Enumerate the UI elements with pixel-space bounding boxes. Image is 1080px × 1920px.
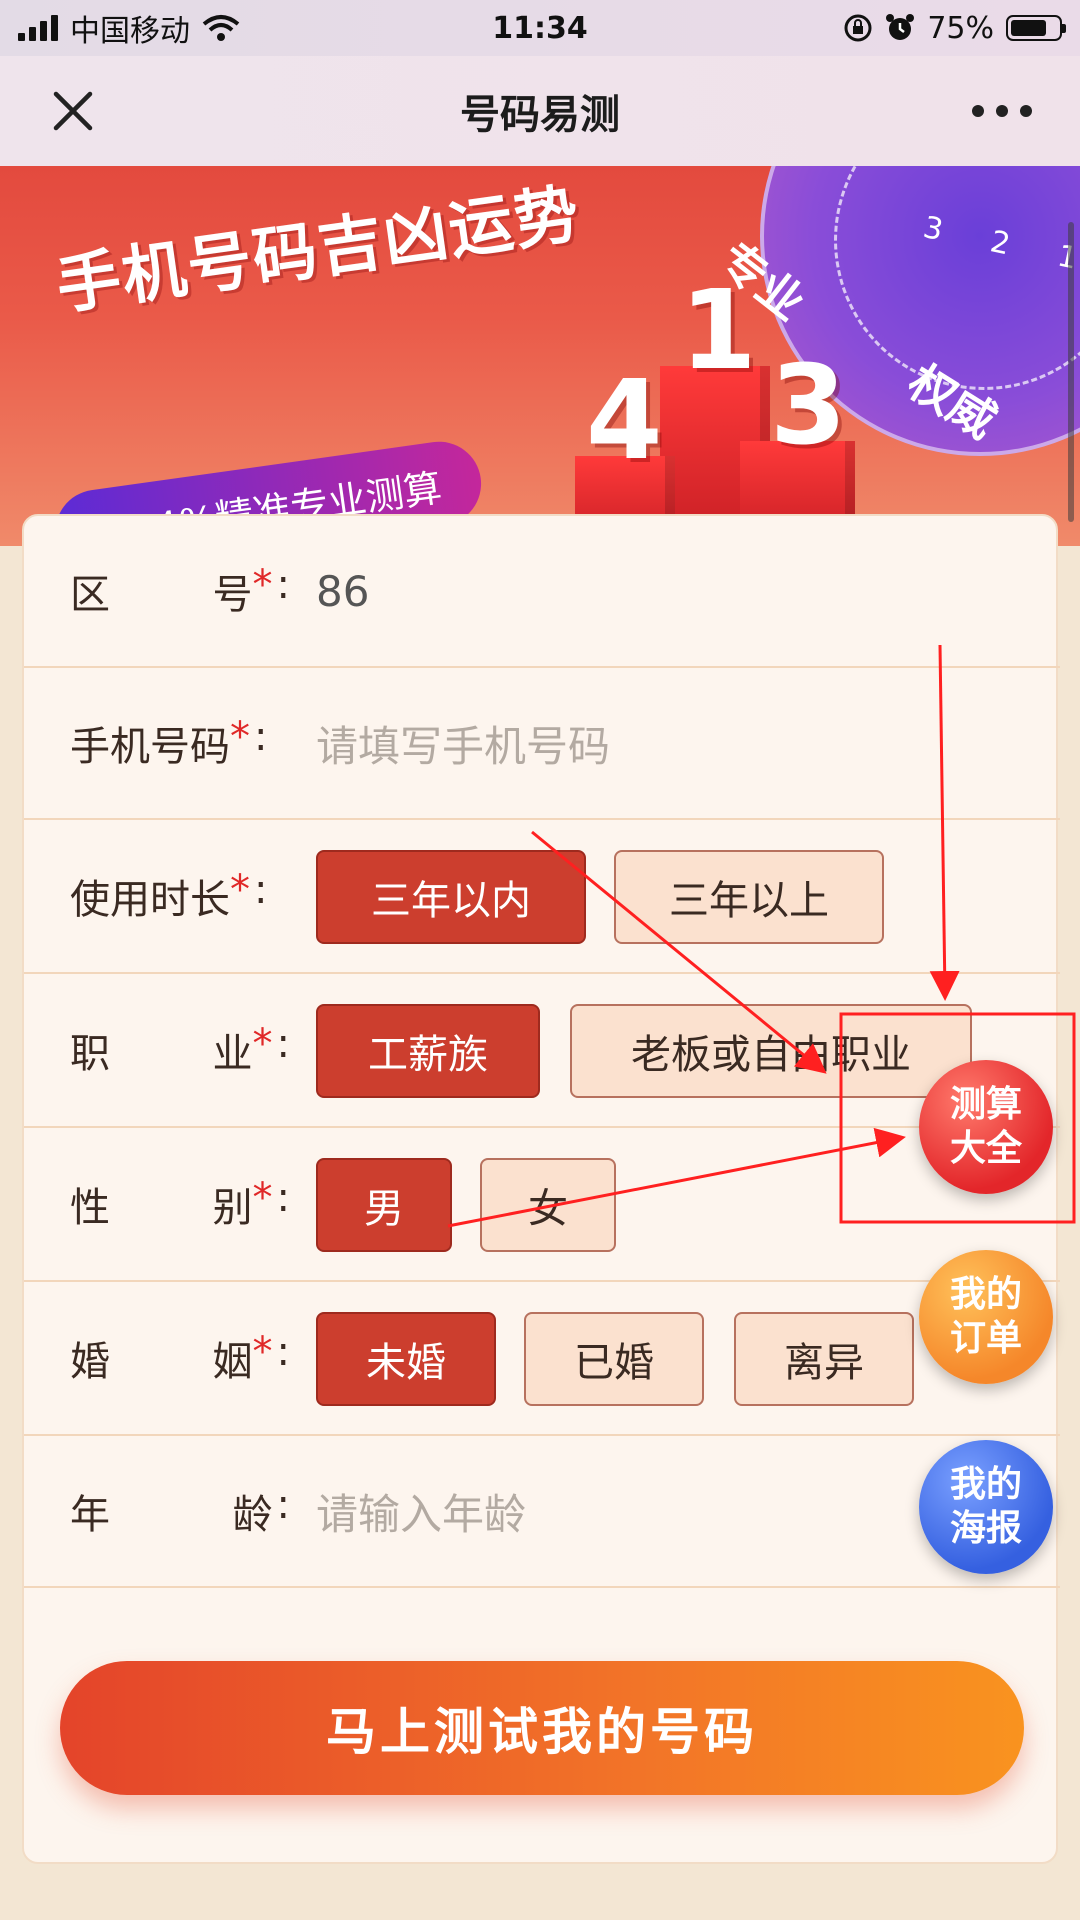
status-left: 中国移动 [18,6,240,50]
label-colon: : [276,1021,290,1067]
required-mark: * [252,1329,273,1375]
status-bar: 中国移动 11:34 75% [0,0,1080,56]
wifi-icon [202,15,240,41]
gender-row: 性别 * : 男 女 [24,1128,1060,1282]
marriage-label: 婚姻 * : [70,1329,290,1387]
scrollbar[interactable] [1068,222,1074,522]
signal-icon [18,15,58,41]
label-colon: : [254,714,268,760]
battery-level [1011,20,1046,36]
age-row: 年龄 : 请输入年龄 [24,1436,1060,1588]
form-card: 区号 * : 86 手机号码 * : 请填写手机号码 使用时长 * : 三年以内… [22,514,1060,1864]
label-text: 职业 [70,1031,253,1077]
more-icon[interactable] [972,96,1032,126]
marriage-option-divorced[interactable]: 离异 [734,1312,914,1406]
required-mark: * [252,1175,273,1221]
battery-icon [1006,15,1066,41]
my-orders-button[interactable]: 我的订单 [919,1250,1053,1384]
label-colon: : [276,1329,290,1375]
close-icon[interactable] [48,86,98,136]
battery-percent: 75% [927,10,994,46]
phone-label: 手机号码 * : [70,714,290,772]
label-colon: : [276,562,290,608]
label-text: 婚姻 [70,1339,253,1385]
hero-banner: 3 2 1 0 专业 权威 手机号码吉凶运势 99.4%精准专业测算 4 1 3 [0,166,1080,546]
gender-label: 性别 * : [70,1175,290,1233]
banner-number: 1 [680,266,757,394]
required-mark: * [252,562,273,608]
banner-headline: 手机号码吉凶运势 [52,177,586,325]
job-label: 职业 * : [70,1021,290,1079]
area-code-label: 区号 * : [70,562,290,620]
age-label: 年龄 : [70,1482,290,1540]
required-mark: * [252,1021,273,1067]
submit-button[interactable]: 马上测试我的号码 [60,1661,1024,1795]
nav-bar: 号码易测 [0,56,1080,166]
label-text: 手机号码 [70,724,230,770]
label-text: 使用时长 [70,877,230,923]
carrier-name: 中国移动 [70,14,190,49]
banner-number: 3 [770,341,847,469]
label-colon: : [276,1482,290,1528]
phone-input[interactable]: 请填写手机号码 [316,713,610,774]
area-code-value[interactable]: 86 [316,567,369,616]
marriage-option-married[interactable]: 已婚 [524,1312,704,1406]
job-option-salaried[interactable]: 工薪族 [316,1004,540,1098]
calc-all-label: 测算大全 [949,1084,1022,1169]
phone-row: 手机号码 * : 请填写手机号码 [24,668,1060,820]
gender-option-female[interactable]: 女 [480,1158,616,1252]
my-orders-label: 我的订单 [949,1274,1022,1359]
status-right: 75% [843,10,1066,46]
duration-label: 使用时长 * : [70,867,290,925]
label-text: 区号 [70,572,253,618]
my-poster-label: 我的海报 [949,1464,1022,1549]
label-text: 年龄 [70,1492,273,1538]
banner-number: 4 [586,356,663,484]
marriage-option-single[interactable]: 未婚 [316,1312,496,1406]
job-option-self-employed[interactable]: 老板或自由职业 [570,1004,972,1098]
job-row: 职业 * : 工薪族 老板或自由职业 [24,974,1060,1128]
label-text: 性别 [70,1185,253,1231]
marriage-row: 婚姻 * : 未婚 已婚 离异 [24,1282,1060,1436]
age-input[interactable]: 请输入年龄 [316,1481,526,1542]
calc-all-button[interactable]: 测算大全 [919,1060,1053,1194]
gender-option-male[interactable]: 男 [316,1158,452,1252]
label-colon: : [254,867,268,913]
rotation-lock-icon [844,14,872,42]
duration-option-over-3y[interactable]: 三年以上 [614,850,884,944]
alarm-icon [886,14,915,40]
page-title: 号码易测 [460,92,620,138]
duration-option-within-3y[interactable]: 三年以内 [316,850,586,944]
label-colon: : [276,1175,290,1221]
area-code-row: 区号 * : 86 [24,516,1060,668]
required-mark: * [230,714,250,760]
required-mark: * [230,867,250,913]
my-poster-button[interactable]: 我的海报 [919,1440,1053,1574]
duration-row: 使用时长 * : 三年以内 三年以上 [24,820,1060,974]
